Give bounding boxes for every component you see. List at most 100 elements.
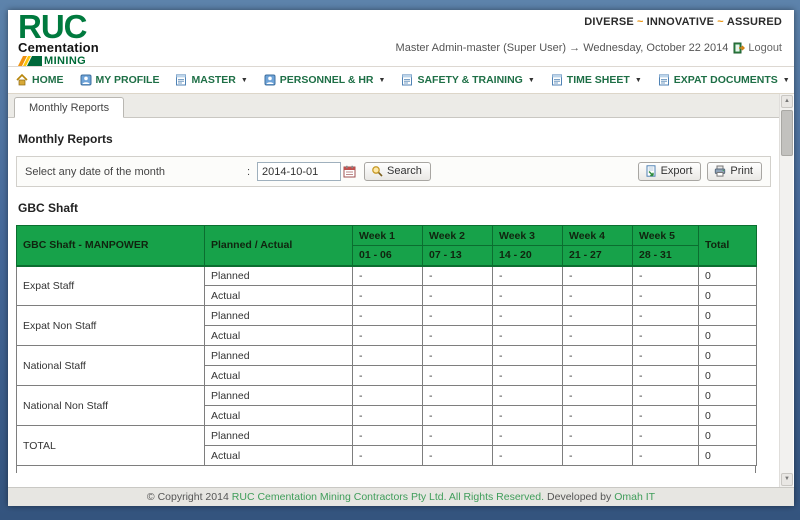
week-value-cell: -: [353, 326, 423, 346]
week-value-cell: -: [353, 406, 423, 426]
week-value-cell: -: [633, 386, 699, 406]
header-right: DIVERSE~INNOVATIVE~ASSURED Master Admin-…: [396, 16, 782, 54]
table-row: Expat Non StaffPlanned-----0: [17, 306, 757, 326]
col-header-category: GBC Shaft - MANPOWER: [17, 226, 205, 266]
week-value-cell: -: [423, 366, 493, 386]
filter-colon: :: [247, 166, 257, 178]
calendar-icon: [343, 165, 356, 178]
week-value-cell: -: [493, 326, 563, 346]
col-header-planned-actual: Planned / Actual: [205, 226, 353, 266]
week-value-cell: -: [493, 426, 563, 446]
category-cell: National Non Staff: [17, 386, 205, 426]
document-icon: [551, 74, 563, 86]
week-value-cell: -: [633, 366, 699, 386]
week-value-cell: -: [633, 426, 699, 446]
content-scroll-region: Monthly Reports Monthly Reports Select a…: [8, 94, 794, 487]
week-value-cell: -: [423, 406, 493, 426]
col-header-week: Week 2: [423, 226, 493, 246]
date-input[interactable]: [257, 162, 341, 181]
total-value-cell: 0: [699, 406, 757, 426]
col-header-week: Week 4: [563, 226, 633, 246]
col-header-week-range: 07 - 13: [423, 246, 493, 266]
manpower-table-body: Expat StaffPlanned-----0Actual-----0Expa…: [17, 266, 757, 466]
motto-word: ASSURED: [727, 16, 782, 28]
chevron-down-icon: ▼: [241, 77, 248, 84]
export-label: Export: [661, 165, 693, 177]
logout-link[interactable]: Logout: [733, 42, 782, 54]
user-session-text: Master Admin-master (Super User) → Wedne…: [396, 42, 729, 54]
week-value-cell: -: [563, 346, 633, 366]
col-header-total: Total: [699, 226, 757, 266]
week-value-cell: -: [493, 386, 563, 406]
week-value-cell: -: [633, 346, 699, 366]
col-header-week: Week 3: [493, 226, 563, 246]
total-value-cell: 0: [699, 386, 757, 406]
week-value-cell: -: [423, 426, 493, 446]
week-value-cell: -: [353, 446, 423, 466]
planned-label-cell: Planned: [205, 266, 353, 286]
actual-label-cell: Actual: [205, 326, 353, 346]
header: RUC Cementation MINING DIVERSE~INNOVATIV…: [8, 10, 794, 67]
main-nav: HOME MY PROFILE MASTER▼ PERSONNEL & HR▼ …: [8, 67, 794, 94]
scrollbar-thumb[interactable]: [781, 110, 793, 156]
nav-label: MASTER: [191, 74, 235, 86]
week-value-cell: -: [423, 266, 493, 286]
nav-item-safety-training[interactable]: SAFETY & TRAINING ▼: [401, 74, 534, 86]
table-row: TOTALPlanned-----0: [17, 426, 757, 446]
chevron-down-icon: ▼: [528, 77, 535, 84]
tab-monthly-reports[interactable]: Monthly Reports: [14, 97, 124, 118]
week-value-cell: -: [493, 366, 563, 386]
total-value-cell: 0: [699, 306, 757, 326]
col-header-week-range: 01 - 06: [353, 246, 423, 266]
user-bar: Master Admin-master (Super User) → Wedne…: [396, 42, 782, 54]
week-value-cell: -: [353, 346, 423, 366]
week-value-cell: -: [563, 406, 633, 426]
nav-item-personnel-hr[interactable]: PERSONNEL & HR▼: [264, 74, 386, 86]
nav-item-home[interactable]: HOME: [16, 74, 64, 86]
motto-separator: ~: [714, 16, 727, 28]
copyright-prefix: © Copyright 2014: [147, 491, 229, 503]
nav-item-time-sheet[interactable]: TIME SHEET▼: [551, 74, 642, 86]
week-value-cell: -: [423, 306, 493, 326]
search-icon: [371, 165, 383, 177]
nav-label: MY PROFILE: [96, 74, 160, 86]
print-label: Print: [730, 165, 753, 177]
week-value-cell: -: [423, 446, 493, 466]
export-button[interactable]: Export: [638, 162, 702, 181]
search-button[interactable]: Search: [364, 162, 431, 181]
planned-label-cell: Planned: [205, 386, 353, 406]
col-header-week-range: 14 - 20: [493, 246, 563, 266]
motto: DIVERSE~INNOVATIVE~ASSURED: [396, 16, 782, 28]
category-cell: Expat Non Staff: [17, 306, 205, 346]
vertical-scrollbar[interactable]: ▲ ▼: [779, 94, 793, 487]
week-value-cell: -: [633, 326, 699, 346]
week-value-cell: -: [563, 386, 633, 406]
app-window: RUC Cementation MINING DIVERSE~INNOVATIV…: [8, 10, 794, 506]
nav-item-expat-documents[interactable]: EXPAT DOCUMENTS▼: [658, 74, 790, 86]
manpower-table: GBC Shaft - MANPOWER Planned / Actual We…: [16, 225, 757, 466]
scroll-down-arrow[interactable]: ▼: [781, 473, 793, 486]
profile-icon: [80, 74, 92, 86]
print-button[interactable]: Print: [707, 162, 762, 181]
nav-item-master[interactable]: MASTER ▼: [175, 74, 247, 86]
week-value-cell: -: [493, 306, 563, 326]
actual-label-cell: Actual: [205, 406, 353, 426]
nav-item-my-profile[interactable]: MY PROFILE: [80, 74, 160, 86]
scroll-up-arrow[interactable]: ▲: [781, 95, 793, 108]
nav-label: SAFETY & TRAINING: [417, 74, 522, 86]
tab-strip: Monthly Reports: [8, 94, 779, 118]
search-label: Search: [387, 165, 422, 177]
calendar-picker-button[interactable]: [343, 165, 356, 178]
document-icon: [658, 74, 670, 86]
week-value-cell: -: [353, 266, 423, 286]
table-row: National StaffPlanned-----0: [17, 346, 757, 366]
table-row: Expat StaffPlanned-----0: [17, 266, 757, 286]
total-value-cell: 0: [699, 346, 757, 366]
col-header-week-range: 28 - 31: [633, 246, 699, 266]
week-value-cell: -: [633, 306, 699, 326]
week-value-cell: -: [563, 286, 633, 306]
export-excel-icon: [645, 165, 657, 177]
week-value-cell: -: [493, 286, 563, 306]
actual-label-cell: Actual: [205, 286, 353, 306]
planned-label-cell: Planned: [205, 306, 353, 326]
